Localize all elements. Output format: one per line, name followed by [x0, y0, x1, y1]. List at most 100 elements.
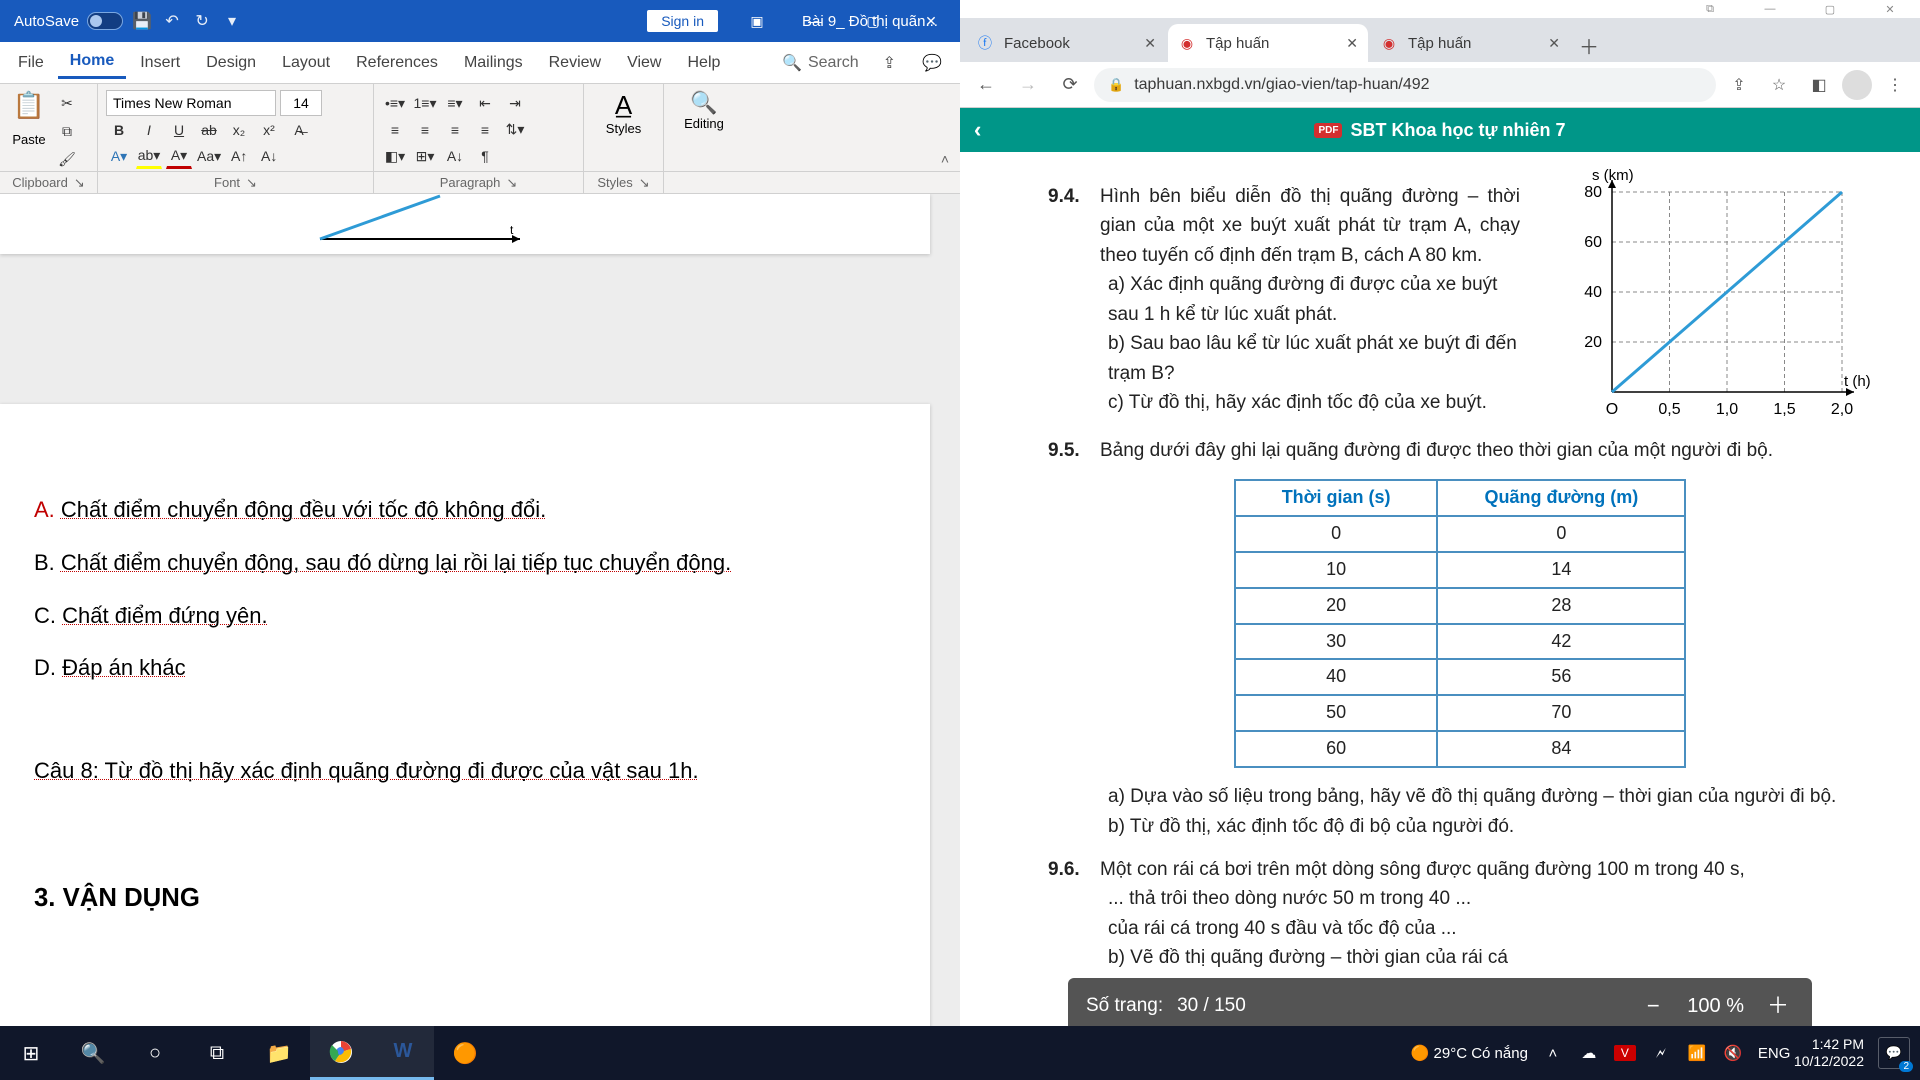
share-icon[interactable]: ⇪ [871, 47, 908, 79]
close-tab-icon[interactable]: ✕ [1346, 35, 1358, 52]
menu-design[interactable]: Design [194, 48, 268, 78]
start-button[interactable]: ⊞ [0, 1026, 62, 1080]
file-explorer-icon[interactable]: 📁 [248, 1026, 310, 1080]
tell-me-search[interactable]: 🔍 Search [782, 53, 859, 73]
strikethrough-button[interactable]: ab [196, 117, 222, 143]
styles-button[interactable]: Styles [592, 121, 655, 136]
close-tab-icon[interactable]: ✕ [1548, 35, 1560, 52]
comments-icon[interactable]: 💬 [910, 47, 954, 79]
line-spacing-icon[interactable]: ⇅▾ [502, 117, 528, 143]
forward-button[interactable]: → [1010, 67, 1046, 103]
url-input[interactable]: 🔒 taphuan.nxbgd.vn/giao-vien/tap-huan/49… [1094, 68, 1716, 102]
app-taskbar-icon[interactable]: 🟠 [434, 1026, 496, 1080]
bookmark-star-icon[interactable]: ☆ [1762, 68, 1796, 102]
profile-avatar[interactable] [1842, 70, 1872, 100]
extensions-icon[interactable]: ◧ [1802, 68, 1836, 102]
styles-icon[interactable]: A̲ [592, 90, 655, 121]
battery-icon[interactable]: 🗲 [1650, 1045, 1672, 1062]
cortana-icon[interactable]: ○ [124, 1026, 186, 1080]
weather-widget[interactable]: 🟠 29°C Có nắng [1411, 1044, 1528, 1062]
dialog-launcher-icon[interactable]: ↘ [639, 175, 650, 191]
close-tab-icon[interactable]: ✕ [1144, 35, 1156, 52]
wifi-icon[interactable]: 📶 [1686, 1044, 1708, 1062]
subscript-button[interactable]: x₂ [226, 117, 252, 143]
menu-review[interactable]: Review [537, 48, 613, 78]
show-marks-icon[interactable]: ¶ [472, 143, 498, 169]
chrome-minimize-button[interactable]: — [1740, 0, 1800, 18]
qat-customize-icon[interactable]: ▾ [221, 11, 243, 31]
cut-icon[interactable]: ✂ [54, 90, 80, 116]
back-button[interactable]: ← [968, 67, 1004, 103]
shading-icon[interactable]: ◧▾ [382, 143, 408, 169]
tab-facebook[interactable]: ⓕ Facebook ✕ [966, 24, 1166, 62]
new-tab-button[interactable]: ＋ [1572, 28, 1606, 62]
underline-button[interactable]: U [166, 117, 192, 143]
search-button[interactable]: 🔍 [62, 1026, 124, 1080]
shrink-font-icon[interactable]: A↓ [256, 143, 282, 169]
change-case-icon[interactable]: Aa▾ [196, 143, 222, 169]
action-center-icon[interactable]: 💬2 [1878, 1037, 1910, 1069]
tab-taphuan-active[interactable]: ◉ Tập huấn ✕ [1168, 24, 1368, 62]
autosave-toggle[interactable] [87, 12, 123, 30]
italic-button[interactable]: I [136, 117, 162, 143]
save-icon[interactable]: 💾 [131, 11, 153, 31]
pdf-zoom-out-button[interactable]: − [1637, 990, 1669, 1022]
word-taskbar-icon[interactable]: W [372, 1026, 434, 1080]
dialog-launcher-icon[interactable]: ↘ [74, 175, 85, 191]
menu-layout[interactable]: Layout [270, 48, 342, 78]
dialog-launcher-icon[interactable]: ↘ [246, 175, 257, 191]
dialog-launcher-icon[interactable]: ↘ [506, 175, 517, 191]
menu-references[interactable]: References [344, 48, 450, 78]
chrome-menu-icon[interactable]: ⋮ [1878, 68, 1912, 102]
onedrive-icon[interactable]: ☁ [1578, 1044, 1600, 1062]
chrome-close-button[interactable]: ✕ [1860, 0, 1920, 18]
pdf-zoom-in-button[interactable]: ＋ [1762, 990, 1794, 1022]
editing-button[interactable]: Editing [672, 116, 736, 131]
font-color-icon[interactable]: A▾ [166, 143, 192, 169]
increase-indent-icon[interactable]: ⇥ [502, 90, 528, 116]
menu-home[interactable]: Home [58, 46, 126, 79]
paste-button[interactable]: Paste [8, 132, 50, 147]
paste-icon[interactable]: 📋 [8, 90, 50, 132]
superscript-button[interactable]: x² [256, 117, 282, 143]
clear-formatting-icon[interactable]: A̶ [286, 117, 312, 143]
menu-help[interactable]: Help [675, 48, 732, 78]
text-effects-icon[interactable]: A▾ [106, 143, 132, 169]
bullet-list-icon[interactable]: •≡▾ [382, 90, 408, 116]
chrome-maximize-button[interactable]: ▢ [1800, 0, 1860, 18]
highlight-icon[interactable]: ab▾ [136, 143, 162, 169]
borders-icon[interactable]: ⊞▾ [412, 143, 438, 169]
align-right-icon[interactable]: ≡ [442, 117, 468, 143]
number-list-icon[interactable]: 1≡▾ [412, 90, 438, 116]
unikey-icon[interactable]: V [1614, 1045, 1636, 1061]
font-size-select[interactable]: 14 [280, 90, 322, 116]
format-painter-icon[interactable]: 🖌 [54, 146, 80, 172]
find-icon[interactable]: 🔍 [672, 90, 736, 116]
chrome-restore-down-icon[interactable]: ⧉ [1680, 0, 1740, 18]
document-canvas[interactable]: t A. Chất điểm chuyển động đều với tốc đ… [0, 194, 960, 1052]
font-name-select[interactable]: Times New Roman [106, 90, 276, 116]
language-indicator[interactable]: ENG [1758, 1045, 1780, 1062]
multilevel-list-icon[interactable]: ≡▾ [442, 90, 468, 116]
copy-icon[interactable]: ⧉ [54, 118, 80, 144]
menu-mailings[interactable]: Mailings [452, 48, 535, 78]
pdf-content[interactable]: 9.4. Hình bên biểu diễn đồ thị quãng đườ… [960, 152, 1920, 1080]
align-center-icon[interactable]: ≡ [412, 117, 438, 143]
bold-button[interactable]: B [106, 117, 132, 143]
decrease-indent-icon[interactable]: ⇤ [472, 90, 498, 116]
grow-font-icon[interactable]: A↑ [226, 143, 252, 169]
chrome-taskbar-icon[interactable] [310, 1026, 372, 1080]
menu-view[interactable]: View [615, 48, 673, 78]
redo-icon[interactable]: ↻ [191, 11, 213, 31]
reload-button[interactable]: ⟳ [1052, 67, 1088, 103]
undo-icon[interactable]: ↶ [161, 11, 183, 31]
sort-icon[interactable]: A↓ [442, 143, 468, 169]
tab-taphuan-2[interactable]: ◉ Tập huấn ✕ [1370, 24, 1570, 62]
tray-chevron-icon[interactable]: ˄ [1542, 1045, 1564, 1062]
menu-insert[interactable]: Insert [128, 48, 192, 78]
system-clock[interactable]: 1:42 PM 10/12/2022 [1794, 1036, 1864, 1070]
share-page-icon[interactable]: ⇪ [1722, 68, 1756, 102]
site-back-icon[interactable]: ‹ [974, 117, 981, 143]
align-left-icon[interactable]: ≡ [382, 117, 408, 143]
menu-file[interactable]: File [6, 48, 56, 78]
